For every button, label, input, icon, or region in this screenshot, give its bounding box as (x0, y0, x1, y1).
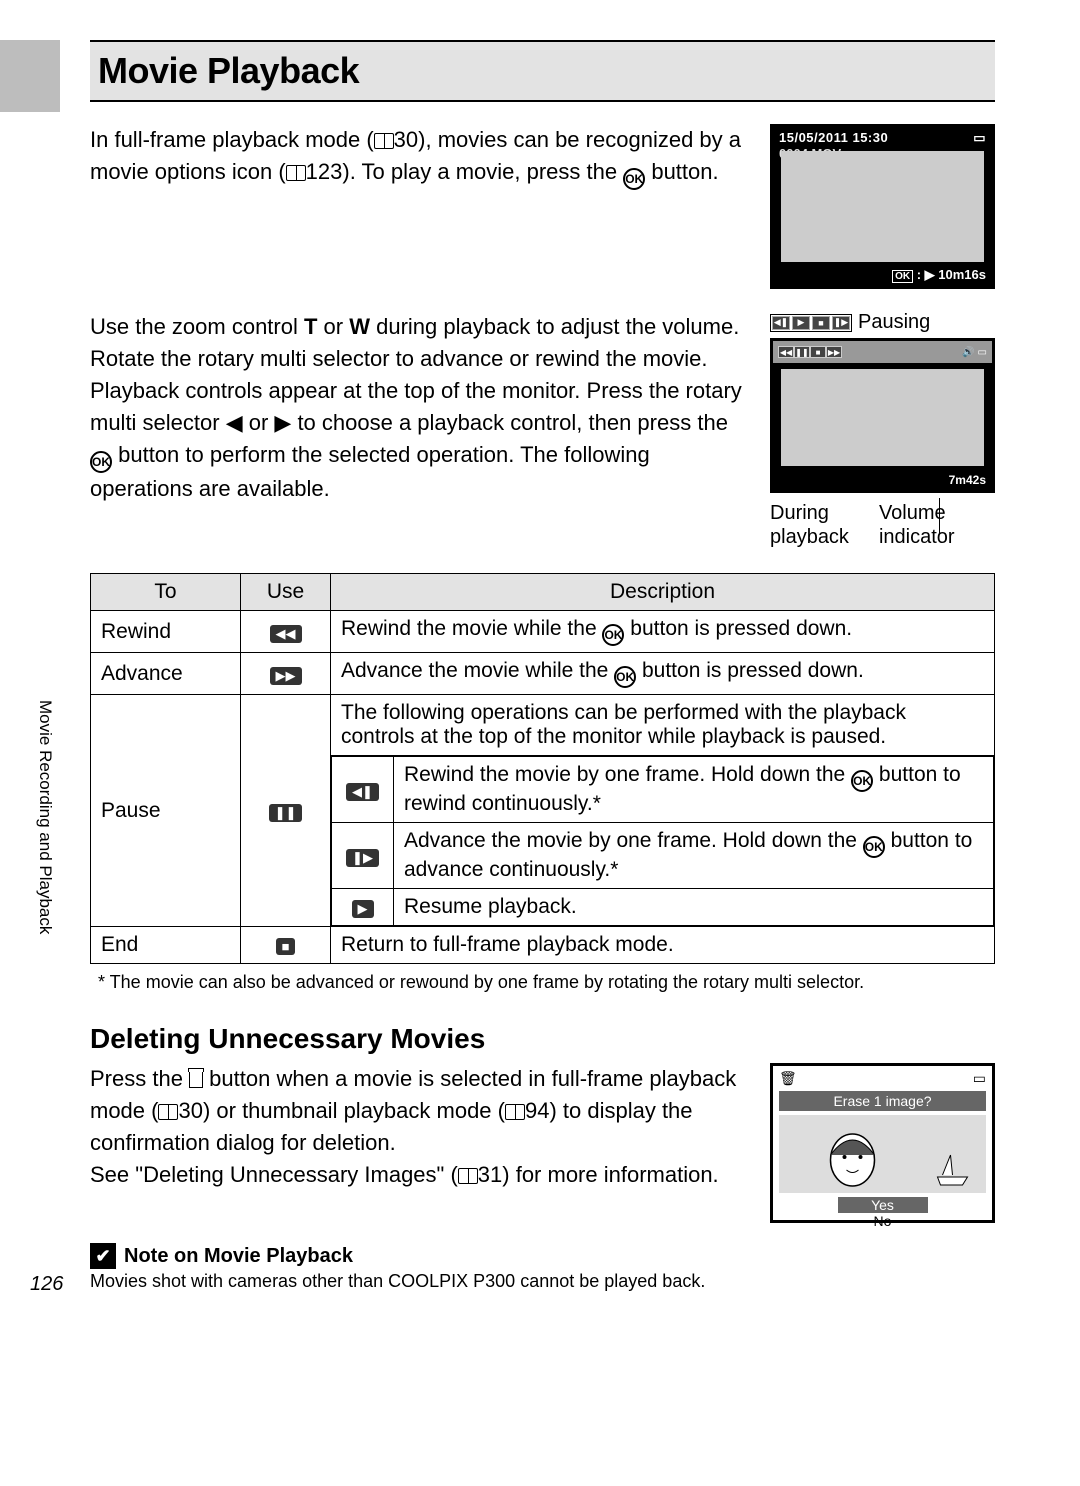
page-number: 126 (30, 1273, 63, 1296)
page-ref-icon (286, 165, 306, 181)
trash-icon (189, 1072, 203, 1088)
th-to: To (91, 574, 241, 611)
page-title: Movie Playback (98, 50, 995, 92)
page-ref-icon (458, 1168, 478, 1184)
deleting-heading: Deleting Unnecessary Movies (90, 1023, 995, 1055)
operations-table: To Use Description Rewind ◀◀ Rewind the … (90, 573, 995, 964)
playback-time: 7m42s (949, 473, 986, 487)
erase-no: No (838, 1213, 928, 1229)
page-ref-icon (505, 1104, 525, 1120)
rewind-icon: ◀◀ (270, 625, 302, 643)
trash-icon: 🗑 (779, 1070, 797, 1087)
th-use: Use (241, 574, 331, 611)
table-row: Pause ❚❚ The following operations can be… (91, 695, 995, 756)
ok-indicator: OK (892, 270, 913, 283)
note-body: Movies shot with cameras other than COOL… (90, 1271, 995, 1292)
frame-rewind-icon: ◀❚ (346, 783, 379, 801)
erase-title: Erase 1 image? (779, 1091, 986, 1111)
control-strip-icon: ◀❚▶■❚▶ (770, 314, 852, 332)
erase-image-preview (779, 1115, 986, 1193)
note-heading: ✔ Note on Movie Playback (90, 1243, 995, 1269)
header-gray-tab (0, 40, 60, 112)
deleting-paragraph: Press the button when a movie is selecte… (90, 1063, 746, 1223)
title-bar: Movie Playback (90, 40, 995, 102)
screen-date: 15/05/2011 15:30 (779, 130, 888, 146)
page-ref-icon (158, 1104, 178, 1120)
advance-icon: ▶▶ (270, 667, 302, 685)
camera-screen-preview: 15/05/2011 15:30 ▭ 0004.MOV OK : ▶ 10m16… (770, 124, 995, 289)
indicator-line (939, 498, 940, 534)
camera-screen-playback: ◀◀❚❚■▶▶ 🔊 ▭ 7m42s (770, 338, 995, 493)
erase-yes: Yes (838, 1197, 928, 1213)
th-desc: Description (331, 574, 995, 611)
frame-advance-icon: ❚▶ (346, 849, 379, 867)
table-row: Rewind ◀◀ Rewind the movie while the OK … (91, 611, 995, 653)
during-playback-label: Duringplayback (770, 501, 849, 549)
intro-text: 123). To play a (306, 159, 450, 184)
resume-icon: ▶ (352, 900, 374, 918)
stop-icon: ■ (276, 938, 296, 955)
ok-button-icon: OK (90, 451, 112, 473)
screen-inner (781, 151, 984, 262)
playback-controls-strip: ◀◀❚❚■▶▶ (778, 346, 842, 358)
volume-icon: 🔊 ▭ (962, 347, 987, 358)
battery-icon: ▭ (973, 1070, 986, 1087)
erase-confirm-screen: 🗑 ▭ Erase 1 image? Yes No (770, 1063, 995, 1223)
controls-paragraph: Use the zoom control T or W during playb… (90, 311, 746, 549)
side-section-label: Movie Recording and Playback (35, 700, 55, 934)
battery-icon: ▭ (973, 130, 986, 146)
intro-text: movie, press the (456, 159, 624, 184)
intro-text: In full-frame playback mode ( (90, 127, 374, 152)
volume-indicator-label: Volumeindicator (879, 501, 955, 549)
table-row: Advance ▶▶ Advance the movie while the O… (91, 653, 995, 695)
page-ref-icon (374, 133, 394, 149)
intro-text: button. (645, 159, 718, 184)
table-footnote: * The movie can also be advanced or rewo… (110, 972, 995, 993)
intro-paragraph: In full-frame playback mode ( 30), movies… (90, 124, 746, 289)
pause-icon: ❚❚ (269, 804, 303, 822)
ok-button-icon: OK (851, 770, 873, 792)
ok-button-icon: OK (863, 836, 885, 858)
intro-text: 30), movies can be (394, 127, 580, 152)
screen-duration: 10m16s (938, 267, 986, 282)
table-row: End ■ Return to full-frame playback mode… (91, 927, 995, 964)
ok-button-icon: OK (623, 168, 645, 190)
pause-nested-table: ◀❚ Rewind the movie by one frame. Hold d… (331, 756, 994, 926)
ok-button-icon: OK (602, 624, 624, 646)
ok-button-icon: OK (614, 666, 636, 688)
pausing-label: ◀❚▶■❚▶ Pausing (770, 311, 995, 334)
check-icon: ✔ (90, 1243, 116, 1269)
